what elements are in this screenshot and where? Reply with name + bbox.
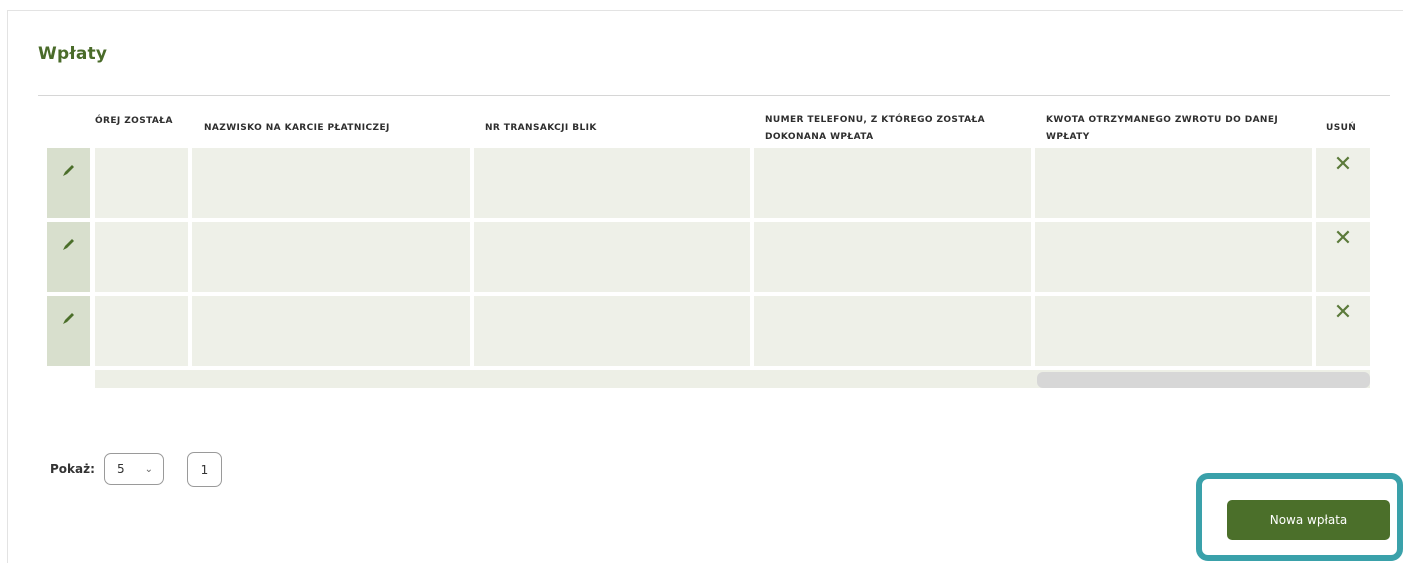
table-cell <box>192 222 470 292</box>
pencil-icon <box>62 313 74 324</box>
close-icon[interactable]: ✕ <box>1334 228 1352 250</box>
pencil-icon <box>62 239 74 250</box>
title-divider <box>38 95 1390 96</box>
chevron-down-icon: ⌄ <box>144 463 153 475</box>
table-cell <box>192 296 470 366</box>
delete-row-cell: ✕ <box>1316 296 1370 366</box>
column-header-blik-number: NR TRANSAKCJI BLIK <box>485 123 597 133</box>
edit-row-button[interactable] <box>47 148 90 218</box>
table-cell <box>95 148 188 218</box>
column-header-phone-number: NUMER TELEFONU, Z KTÓREGO ZOSTAŁA DOKONA… <box>765 115 986 142</box>
section-title: Wpłaty <box>38 44 108 64</box>
table-cell <box>1035 222 1312 292</box>
table-cell <box>754 148 1031 218</box>
table-cell <box>474 296 750 366</box>
pencil-icon <box>62 165 74 176</box>
page-size-select[interactable]: 5 ⌄ <box>104 453 164 485</box>
table-cell <box>1035 148 1312 218</box>
table-cell <box>192 148 470 218</box>
table-cell <box>474 222 750 292</box>
table-cell <box>95 222 188 292</box>
close-icon[interactable]: ✕ <box>1334 302 1352 324</box>
table-cell <box>1035 296 1312 366</box>
table-cell <box>754 222 1031 292</box>
edit-row-button[interactable] <box>47 222 90 292</box>
panel-border-left <box>7 10 8 563</box>
column-header-delete: USUŃ <box>1326 123 1357 133</box>
page-size-label: Pokaż: <box>50 462 95 476</box>
scrollbar-thumb[interactable] <box>1037 372 1370 388</box>
column-header-account: ÓREJ ZOSTAŁA <box>95 116 173 126</box>
page-number-button[interactable]: 1 <box>187 452 222 487</box>
new-payment-button[interactable]: Nowa wpłata <box>1227 500 1390 540</box>
table-cell <box>95 296 188 366</box>
table-cell <box>474 148 750 218</box>
page-size-value: 5 <box>117 462 125 476</box>
table-cell <box>754 296 1031 366</box>
column-header-refund-amount: KWOTA OTRZYMANEGO ZWROTU DO DANEJ WPŁATY <box>1046 115 1279 142</box>
close-icon[interactable]: ✕ <box>1334 154 1352 176</box>
delete-row-cell: ✕ <box>1316 148 1370 218</box>
column-header-card-name: NAZWISKO NA KARCIE PŁATNICZEJ <box>204 123 390 133</box>
panel-border-top <box>7 10 1403 11</box>
edit-row-button[interactable] <box>47 296 90 366</box>
delete-row-cell: ✕ <box>1316 222 1370 292</box>
